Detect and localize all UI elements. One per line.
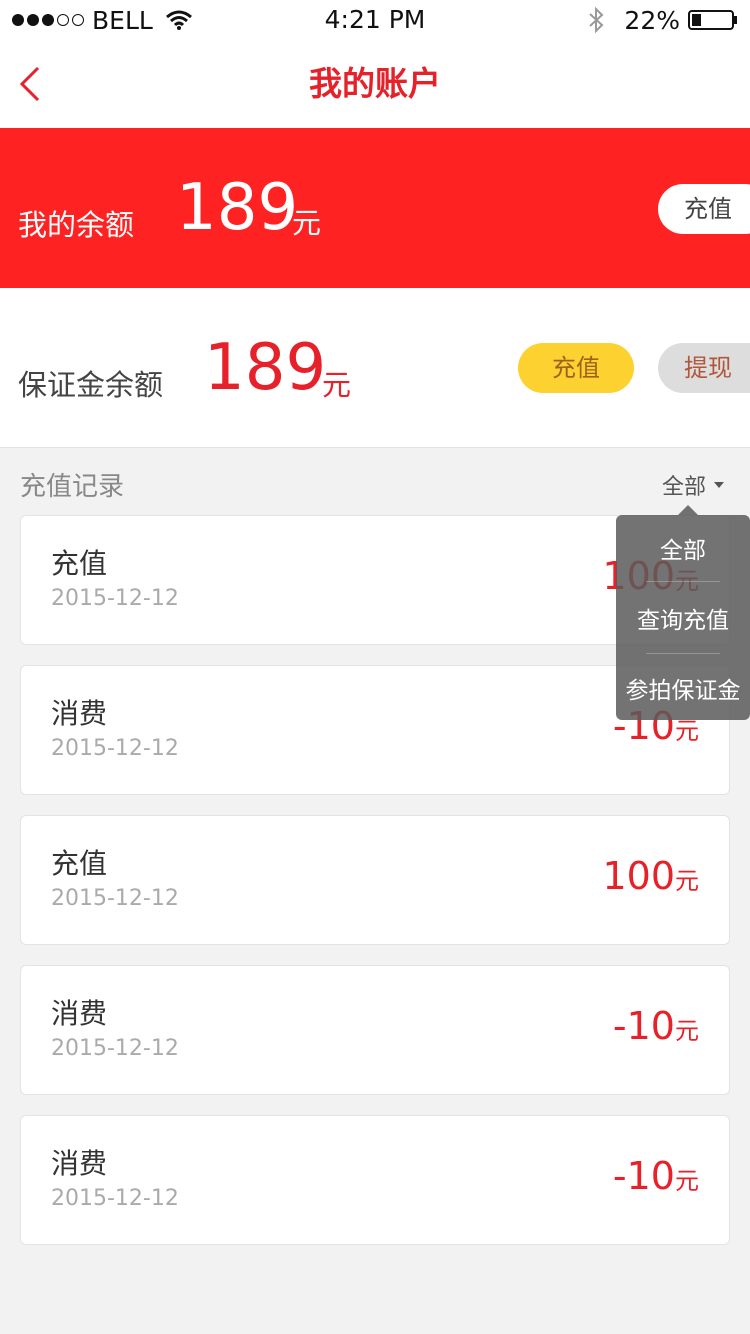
record-amount-value: -10	[612, 1154, 675, 1198]
status-right: 22%	[586, 4, 738, 36]
caret-down-icon	[714, 482, 725, 488]
record-amount-value: -10	[612, 1004, 675, 1048]
record-amount: -10元	[613, 1154, 699, 1198]
record-type: 消费	[51, 997, 108, 1030]
filter-label: 全部	[662, 475, 707, 500]
record-amount-value: 100	[602, 854, 675, 898]
bluetooth-icon	[589, 6, 604, 34]
record-item[interactable]: 消费 2015-12-12 -10元	[20, 965, 730, 1095]
filter-option-auction-deposit[interactable]: 参拍保证金	[616, 671, 750, 705]
filter-option-all[interactable]: 全部	[616, 531, 750, 565]
record-date: 2015-12-12	[51, 1036, 179, 1061]
record-date: 2015-12-12	[51, 886, 179, 911]
record-amount: -10元	[613, 1004, 699, 1048]
record-item[interactable]: 消费 2015-12-12 -10元	[20, 1115, 730, 1245]
record-type: 消费	[51, 697, 108, 730]
record-date: 2015-12-12	[51, 586, 179, 611]
record-item[interactable]: 充值 2015-12-12 100元	[20, 815, 730, 945]
filter-option-recharge[interactable]: 查询充值	[616, 601, 750, 635]
balance-unit: 元	[292, 206, 322, 240]
record-amount-unit: 元	[675, 1017, 699, 1045]
deposit-amount: 189	[204, 331, 327, 405]
nav-bar: 我的账户	[0, 40, 750, 128]
deposit-section: 保证金余额 189 元 充值 提现	[0, 288, 750, 448]
balance-amount: 189	[176, 171, 299, 245]
filter-menu: 全部 查询充值 参拍保证金	[616, 515, 750, 720]
record-date: 2015-12-12	[51, 736, 179, 761]
balance-recharge-button[interactable]: 充值	[658, 184, 750, 234]
record-type: 消费	[51, 1147, 108, 1180]
filter-menu-divider	[646, 653, 720, 654]
record-date: 2015-12-12	[51, 1186, 179, 1211]
page-title: 我的账户	[309, 64, 441, 103]
balance-banner: 我的余额 189 元 充值	[0, 128, 750, 288]
battery-percent: 22%	[624, 5, 680, 35]
record-type: 充值	[51, 547, 108, 580]
record-amount-unit: 元	[675, 1167, 699, 1195]
deposit-label: 保证金余额	[18, 368, 164, 402]
records-filter-dropdown[interactable]: 全部	[662, 469, 725, 501]
deposit-recharge-button[interactable]: 充值	[518, 343, 634, 393]
filter-menu-arrow	[678, 505, 698, 515]
status-bar: BELL 4:21 PM 22%	[0, 0, 750, 40]
filter-menu-divider	[646, 581, 720, 582]
battery-icon	[688, 10, 737, 30]
records-title: 充值记录	[20, 472, 125, 502]
record-type: 充值	[51, 847, 108, 880]
balance-label: 我的余额	[18, 208, 135, 242]
record-amount-unit: 元	[675, 717, 699, 745]
record-amount-unit: 元	[675, 867, 699, 895]
deposit-unit: 元	[322, 368, 352, 402]
deposit-withdraw-button[interactable]: 提现	[658, 343, 750, 393]
record-amount: 100元	[602, 854, 699, 898]
